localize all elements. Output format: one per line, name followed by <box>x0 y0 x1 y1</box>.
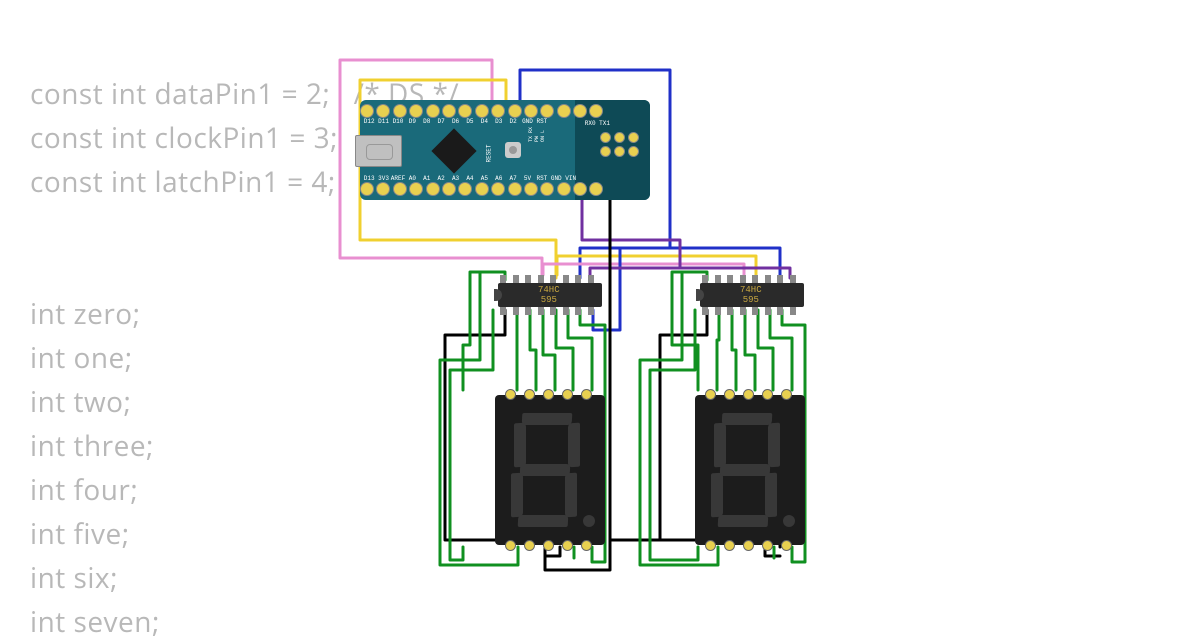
icsp-header <box>600 132 640 168</box>
pin-labels-bottom: D133V3AREFA0A1A2A3A4A5A6A75VRSTGNDVIN <box>362 175 578 182</box>
chip-label: 74HC <box>538 285 560 295</box>
usb-port-icon <box>355 135 402 167</box>
chip-label: 595 <box>541 295 557 305</box>
mcu-chip-icon <box>431 128 476 173</box>
shift-register-2[interactable]: 74HC595 <box>692 275 812 315</box>
pin-labels-top: D12D11D10D9D8D7D6D5D4D3D2GNDRST <box>362 118 549 125</box>
shift-register-1[interactable]: 74HC595 <box>490 275 610 315</box>
circuit-canvas[interactable]: RESET TX RX PW ON L RX0 TX1 D12D11D10D9D… <box>0 0 1200 630</box>
chip-label: 74HC <box>740 285 762 295</box>
pin-row-bottom[interactable] <box>360 182 606 196</box>
arduino-nano[interactable]: RESET TX RX PW ON L RX0 TX1 D12D11D10D9D… <box>360 100 650 200</box>
chip-label: 595 <box>743 295 759 305</box>
reset-button[interactable] <box>505 142 521 158</box>
seven-segment-1[interactable] <box>495 395 605 545</box>
led-labels: TX RX PW ON L <box>528 127 546 142</box>
rxtx-label: RX0 TX1 <box>585 120 610 127</box>
reset-label: RESET <box>486 144 493 162</box>
seven-segment-2[interactable] <box>695 395 805 545</box>
pin-row-top[interactable] <box>360 104 606 118</box>
